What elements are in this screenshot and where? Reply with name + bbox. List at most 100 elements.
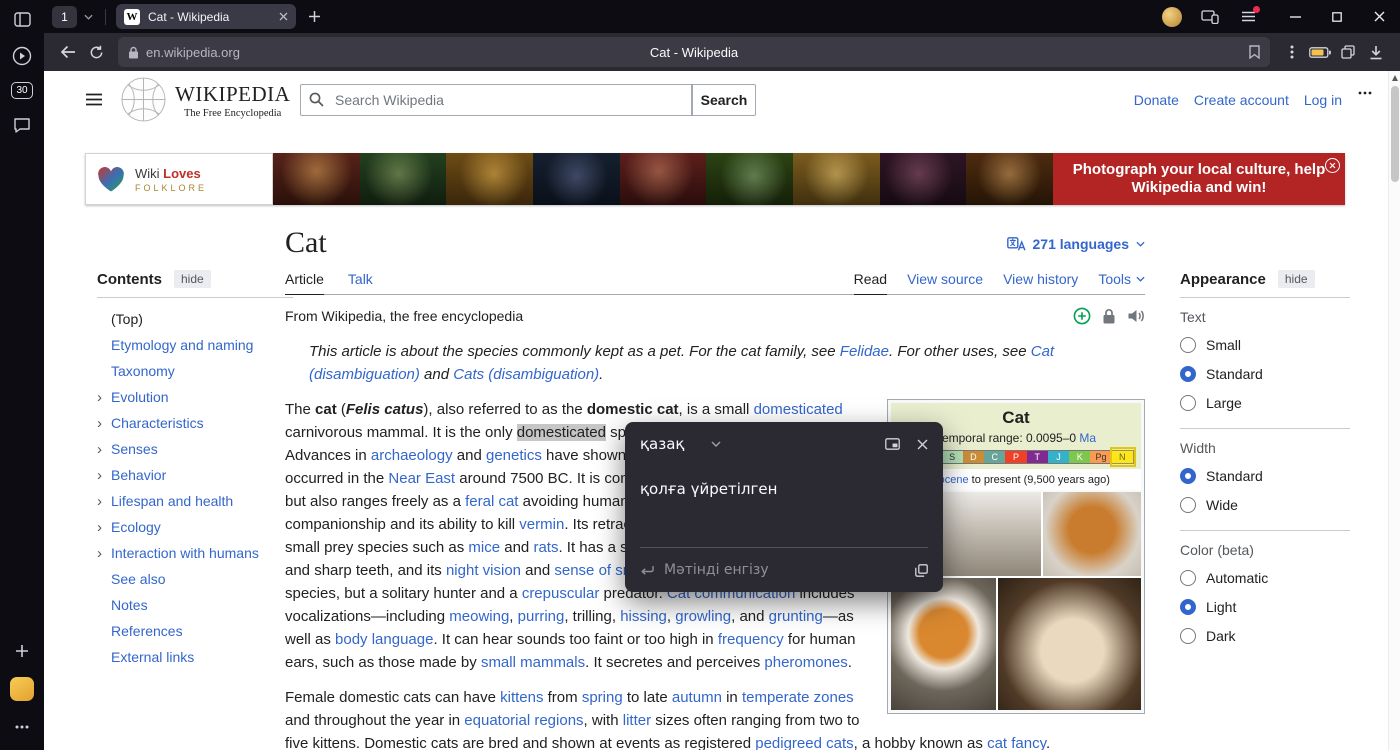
main-menu-icon[interactable]: [85, 93, 103, 106]
close-button[interactable]: [1358, 0, 1400, 33]
close-icon[interactable]: [917, 439, 928, 450]
tab-view-history[interactable]: View history: [1003, 264, 1078, 294]
toc-item[interactable]: ›Senses: [97, 436, 293, 462]
wiki-link[interactable]: pedigreed cats: [755, 735, 853, 750]
chevron-right-icon[interactable]: ›: [97, 493, 111, 510]
workspace-icon[interactable]: [10, 677, 34, 701]
profile-avatar[interactable]: [1162, 7, 1182, 27]
reload-icon[interactable]: [82, 38, 110, 66]
chevron-right-icon[interactable]: ›: [97, 389, 111, 406]
overflow-menu-icon[interactable]: [11, 716, 33, 738]
devices-icon[interactable]: [1198, 5, 1222, 29]
header-more-icon[interactable]: [1358, 91, 1372, 95]
toc-item[interactable]: ›Ecology: [97, 514, 293, 540]
tab-talk[interactable]: Talk: [348, 264, 373, 294]
wiki-link[interactable]: meowing: [449, 608, 509, 625]
radio-icon[interactable]: [1180, 599, 1196, 615]
search-button[interactable]: Search: [692, 84, 756, 116]
battery-icon[interactable]: [1306, 38, 1334, 66]
appearance-option[interactable]: Standard: [1180, 461, 1350, 490]
scrollbar-up-arrow[interactable]: [1392, 75, 1398, 81]
wiki-link[interactable]: genetics: [486, 447, 542, 464]
wiki-link[interactable]: vermin: [519, 516, 564, 533]
toc-item[interactable]: See also: [97, 566, 293, 592]
wiki-link[interactable]: night vision: [446, 562, 521, 579]
browser-tab[interactable]: W Cat - Wikipedia: [116, 4, 296, 29]
tab-article[interactable]: Article: [285, 264, 324, 295]
wiki-link[interactable]: hissing: [620, 608, 667, 625]
appearance-option[interactable]: Standard: [1180, 359, 1350, 388]
page-scrollbar[interactable]: [1388, 71, 1400, 750]
wiki-link[interactable]: rats: [533, 539, 558, 556]
wiki-link[interactable]: crepuscular: [522, 585, 600, 602]
wikipedia-wordmark[interactable]: WIKIPEDIA The Free Encyclopedia: [175, 82, 290, 119]
listen-speaker-icon[interactable]: [1127, 308, 1145, 324]
appearance-option[interactable]: Small: [1180, 330, 1350, 359]
languages-button[interactable]: 271 languages: [1007, 236, 1146, 260]
pages-icon[interactable]: [1334, 38, 1362, 66]
tab-view-source[interactable]: View source: [907, 264, 983, 294]
wiki-link[interactable]: body language: [335, 631, 433, 648]
url-bar[interactable]: en.wikipedia.org Cat - Wikipedia: [118, 37, 1270, 67]
toc-item[interactable]: Taxonomy: [97, 358, 293, 384]
wiki-link[interactable]: purring: [518, 608, 565, 625]
radio-icon[interactable]: [1180, 366, 1196, 382]
media-play-icon[interactable]: [11, 45, 33, 67]
wiki-link[interactable]: Near East: [388, 470, 455, 487]
page-protected-lock-icon[interactable]: [1102, 308, 1116, 325]
wiki-link[interactable]: archaeology: [371, 447, 453, 464]
good-article-plus-icon[interactable]: [1073, 307, 1091, 325]
wiki-link[interactable]: domesticated: [754, 401, 843, 418]
wiki-link[interactable]: feral cat: [465, 493, 518, 510]
chevron-right-icon[interactable]: ›: [97, 467, 111, 484]
wiki-link[interactable]: temperate zones: [742, 689, 854, 706]
wikipedia-logo[interactable]: [120, 76, 167, 123]
search-input[interactable]: [300, 84, 692, 116]
plus-icon[interactable]: [11, 640, 33, 662]
sidebar-toggle-icon[interactable]: [11, 8, 33, 30]
app-menu-icon[interactable]: [1236, 5, 1260, 29]
tab-read[interactable]: Read: [854, 264, 887, 295]
translate-text-input[interactable]: [664, 562, 905, 578]
appearance-option[interactable]: Dark: [1180, 621, 1350, 650]
tab-counter-badge[interactable]: 30: [11, 82, 33, 99]
toc-item[interactable]: External links: [97, 644, 293, 670]
wiki-link[interactable]: equatorial regions: [464, 712, 583, 729]
appearance-hide-button[interactable]: hide: [1278, 270, 1315, 288]
wiki-link[interactable]: growling: [675, 608, 731, 625]
site-banner[interactable]: Wiki Loves FOLKLORE Photograph your loca…: [85, 153, 1345, 205]
wiki-link[interactable]: spring: [582, 689, 623, 706]
language-selector[interactable]: қазақ: [640, 435, 721, 453]
wiki-link[interactable]: cat fancy: [987, 735, 1046, 750]
chevron-right-icon[interactable]: ›: [97, 519, 111, 536]
temporal-unit-link[interactable]: Ma: [1079, 431, 1096, 445]
scrollbar-thumb[interactable]: [1391, 86, 1399, 182]
wiki-link[interactable]: pheromones: [764, 654, 847, 671]
wiki-link[interactable]: Felidae: [840, 343, 889, 360]
tab-group-badge[interactable]: 1: [52, 6, 77, 28]
copy-icon[interactable]: [915, 564, 928, 577]
wiki-link[interactable]: Cats (disambiguation): [453, 366, 599, 383]
kebab-menu-icon[interactable]: [1278, 38, 1306, 66]
contents-hide-button[interactable]: hide: [174, 270, 211, 288]
wiki-link[interactable]: kittens: [500, 689, 543, 706]
toc-item[interactable]: Notes: [97, 592, 293, 618]
radio-icon[interactable]: [1180, 468, 1196, 484]
toc-item[interactable]: Etymology and naming: [97, 332, 293, 358]
radio-icon[interactable]: [1180, 570, 1196, 586]
toc-item[interactable]: References: [97, 618, 293, 644]
chevron-right-icon[interactable]: ›: [97, 441, 111, 458]
cat-photo[interactable]: [998, 578, 1141, 710]
chevron-down-icon[interactable]: [84, 14, 93, 20]
open-in-window-icon[interactable]: [885, 438, 900, 450]
wiki-link[interactable]: mice: [468, 539, 500, 556]
toc-item[interactable]: (Top): [97, 306, 293, 332]
wiki-link[interactable]: litter: [623, 712, 651, 729]
toc-item[interactable]: ›Lifespan and health: [97, 488, 293, 514]
chevron-right-icon[interactable]: ›: [97, 545, 111, 562]
appearance-option[interactable]: Wide: [1180, 490, 1350, 519]
banner-close-icon[interactable]: [1325, 158, 1340, 173]
login-link[interactable]: Log in: [1304, 92, 1342, 108]
chevron-right-icon[interactable]: ›: [97, 415, 111, 432]
appearance-option[interactable]: Large: [1180, 388, 1350, 417]
